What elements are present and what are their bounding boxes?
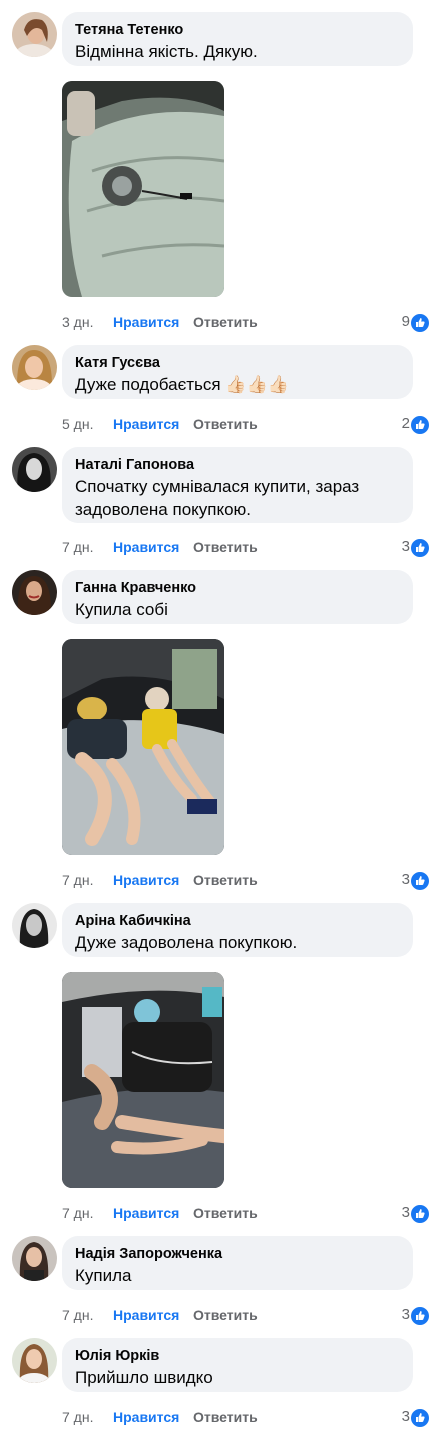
comment-author[interactable]: Ганна Кравченко: [75, 579, 400, 597]
like-reaction-icon[interactable]: [410, 538, 430, 558]
comment-bubble: Юлія Юрків Прийшло швидко: [62, 1338, 413, 1392]
avatar[interactable]: [12, 447, 57, 492]
like-reaction-icon[interactable]: [410, 1408, 430, 1428]
comment-meta: 3 дн. Нравится Ответить 9: [62, 312, 430, 333]
like-button[interactable]: Нравится: [113, 1305, 179, 1325]
comment-time[interactable]: 7 дн.: [62, 1407, 93, 1427]
like-reaction-icon[interactable]: [410, 1306, 430, 1326]
comment-author[interactable]: Надія Запорожченка: [75, 1245, 400, 1263]
comment-author[interactable]: Наталі Гапонова: [75, 456, 400, 474]
reply-button[interactable]: Ответить: [193, 414, 258, 434]
like-button[interactable]: Нравится: [113, 870, 179, 890]
like-button[interactable]: Нравится: [113, 1407, 179, 1427]
reply-button[interactable]: Ответить: [193, 537, 258, 557]
comment-meta: 7 дн. Нравится Ответить 3: [62, 1305, 430, 1326]
comment-meta: 7 дн. Нравится Ответить 3: [62, 870, 430, 891]
comment-meta: 7 дн. Нравится Ответить 3: [62, 537, 430, 558]
like-button[interactable]: Нравится: [113, 1203, 179, 1223]
comment-meta: 7 дн. Нравится Ответить 3: [62, 1407, 430, 1428]
comment-author[interactable]: Тетяна Тетенко: [75, 21, 400, 39]
comment-text: Спочатку сумнівалася купити, зараз задов…: [75, 477, 360, 519]
comment-author[interactable]: Катя Гусєва: [75, 354, 400, 372]
avatar[interactable]: [12, 12, 57, 57]
reply-button[interactable]: Ответить: [193, 1203, 258, 1223]
comment-meta: 5 дн. Нравится Ответить 2: [62, 414, 430, 435]
comment-time[interactable]: 7 дн.: [62, 1305, 93, 1325]
comment-time[interactable]: 7 дн.: [62, 870, 93, 890]
comment-text: Відмінна якість. Дякую.: [75, 42, 258, 61]
avatar[interactable]: [12, 345, 57, 390]
reaction-count[interactable]: 3: [402, 1407, 410, 1427]
avatar[interactable]: [12, 1338, 57, 1383]
avatar[interactable]: [12, 903, 57, 948]
reaction-count[interactable]: 3: [402, 1305, 410, 1325]
comment-photo[interactable]: [62, 972, 224, 1188]
comment-text: Дуже подобається 👍🏻👍🏻👍🏻: [75, 375, 289, 394]
comment-photo[interactable]: [62, 639, 224, 855]
avatar[interactable]: [12, 1236, 57, 1281]
comment-time[interactable]: 7 дн.: [62, 537, 93, 557]
comment-bubble: Катя Гусєва Дуже подобається 👍🏻👍🏻👍🏻: [62, 345, 413, 399]
comment-bubble: Ганна Кравченко Купила собі: [62, 570, 413, 624]
comment-text: Дуже задоволена покупкою.: [75, 933, 298, 952]
like-button[interactable]: Нравится: [113, 312, 179, 332]
comment-author[interactable]: Аріна Кабичкіна: [75, 912, 400, 930]
comment-text: Купила: [75, 1266, 132, 1285]
reply-button[interactable]: Ответить: [193, 1305, 258, 1325]
like-reaction-icon[interactable]: [410, 313, 430, 333]
like-reaction-icon[interactable]: [410, 871, 430, 891]
comment-bubble: Наталі Гапонова Спочатку сумнівалася куп…: [62, 447, 413, 523]
like-button[interactable]: Нравится: [113, 414, 179, 434]
like-button[interactable]: Нравится: [113, 537, 179, 557]
reply-button[interactable]: Ответить: [193, 1407, 258, 1427]
reaction-count[interactable]: 3: [402, 537, 410, 557]
comment-meta: 7 дн. Нравится Ответить 3: [62, 1203, 430, 1224]
comment-bubble: Тетяна Тетенко Відмінна якість. Дякую.: [62, 12, 413, 66]
comment-time[interactable]: 7 дн.: [62, 1203, 93, 1223]
comment-bubble: Аріна Кабичкіна Дуже задоволена покупкою…: [62, 903, 413, 957]
like-reaction-icon[interactable]: [410, 415, 430, 435]
reaction-count[interactable]: 3: [402, 1203, 410, 1223]
comment-author[interactable]: Юлія Юрків: [75, 1347, 400, 1365]
reaction-count[interactable]: 9: [402, 312, 410, 332]
comment-text: Купила собі: [75, 600, 168, 619]
comment-time[interactable]: 3 дн.: [62, 312, 93, 332]
reply-button[interactable]: Ответить: [193, 870, 258, 890]
comment-photo[interactable]: [62, 81, 224, 297]
reply-button[interactable]: Ответить: [193, 312, 258, 332]
comment-time[interactable]: 5 дн.: [62, 414, 93, 434]
reaction-count[interactable]: 3: [402, 870, 410, 890]
like-reaction-icon[interactable]: [410, 1204, 430, 1224]
avatar[interactable]: [12, 570, 57, 615]
comment-text: Прийшло швидко: [75, 1368, 213, 1387]
comment-bubble: Надія Запорожченка Купила: [62, 1236, 413, 1290]
reaction-count[interactable]: 2: [402, 414, 410, 434]
